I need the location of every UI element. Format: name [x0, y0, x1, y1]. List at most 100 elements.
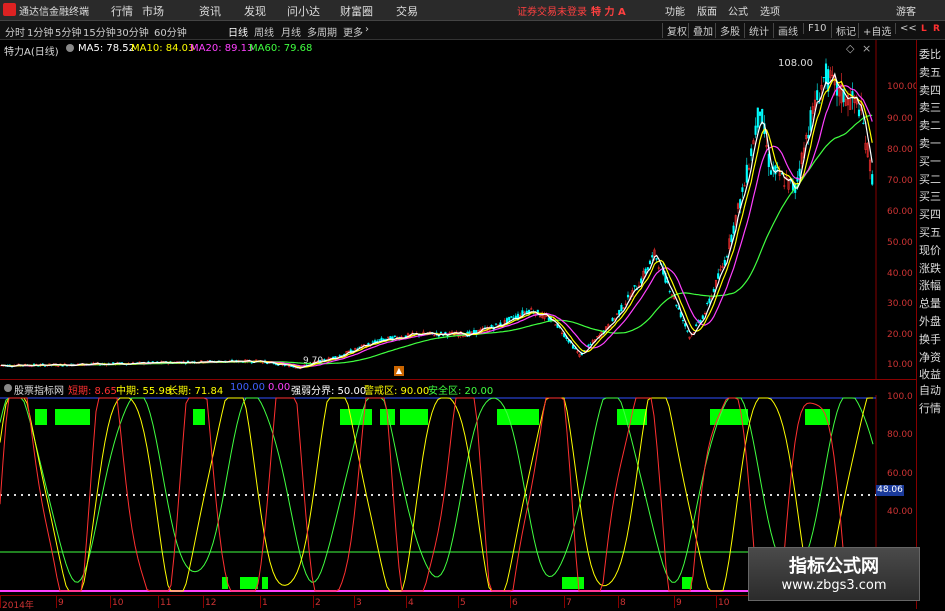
menu-quotes[interactable]: 行情 — [111, 3, 133, 19]
ma20-line — [1, 85, 873, 367]
low-price-label: 9.70 — [303, 356, 324, 366]
menu-options[interactable]: 选项 — [760, 3, 780, 18]
candle-body — [809, 110, 812, 131]
right-col-item[interactable]: 委比 — [919, 48, 941, 61]
candle-body — [567, 340, 570, 343]
right-col-item[interactable]: 涨跌 — [919, 262, 941, 275]
main-y-tick: 60.00 — [887, 207, 913, 217]
right-col-item[interactable]: 行情 — [919, 402, 941, 415]
candle-body — [640, 278, 643, 284]
candle-body — [818, 102, 821, 104]
candle-body — [620, 304, 623, 312]
period-intraday[interactable]: 分时 — [5, 24, 25, 39]
right-col-item[interactable]: 卖五 — [919, 66, 941, 79]
candle-body — [393, 335, 396, 338]
tool-adjust[interactable]: 复权 — [662, 23, 687, 38]
right-col-item[interactable]: 外盘 — [919, 315, 941, 328]
candle-body — [816, 90, 819, 101]
menu-function[interactable]: 功能 — [665, 3, 685, 18]
top-menu-bar: 通达信金融终端 行情 市场 资讯 发现 问小达 财富圈 交易 证券交易未登录 特… — [0, 0, 945, 21]
period-multi[interactable]: 多周期 — [307, 24, 337, 39]
right-col-item[interactable]: 买四 — [919, 208, 941, 221]
candle-body — [758, 111, 762, 116]
candle-body — [769, 170, 773, 175]
period-15min[interactable]: 15分钟 — [83, 24, 116, 39]
period-more-chevron-icon[interactable]: › — [365, 24, 369, 35]
candle-body — [732, 225, 735, 234]
tool-add-watchlist[interactable]: +自选 — [858, 23, 891, 38]
menu-market[interactable]: 市场 — [142, 3, 164, 19]
signal-bar-top — [617, 409, 647, 425]
right-col-item[interactable]: 卖一 — [919, 137, 941, 150]
menu-wealth[interactable]: 财富圈 — [340, 3, 373, 19]
tool-multi-stock[interactable]: 多股 — [715, 23, 740, 38]
candle-body — [730, 234, 733, 243]
candle-body — [378, 339, 381, 341]
candle-body — [651, 255, 654, 258]
kline-chart[interactable] — [0, 40, 916, 379]
right-col-item[interactable]: 现价 — [919, 244, 941, 257]
signal-bar-top — [400, 409, 428, 425]
main-y-tick: 70.00 — [887, 176, 913, 186]
tool-statistics[interactable]: 统计 — [744, 23, 769, 38]
menu-ask[interactable]: 问小达 — [287, 3, 320, 19]
right-col-item[interactable]: 卖三 — [919, 101, 941, 114]
period-5min[interactable]: 5分钟 — [55, 24, 81, 39]
candle-body — [708, 298, 711, 303]
period-monthly[interactable]: 月线 — [281, 24, 301, 39]
menu-news[interactable]: 资讯 — [199, 3, 221, 19]
period-weekly[interactable]: 周线 — [254, 24, 274, 39]
menu-formula[interactable]: 公式 — [728, 3, 748, 18]
long-term-line — [0, 397, 874, 583]
candle-body — [648, 260, 652, 265]
main-y-tick: 30.00 — [887, 299, 913, 309]
candle-body — [706, 302, 709, 305]
tool-overlay[interactable]: 叠加 — [688, 23, 713, 38]
trade-login-warning[interactable]: 证券交易未登录 — [517, 3, 587, 18]
tool-collapse[interactable]: << — [895, 23, 917, 34]
level-r-label[interactable]: R — [933, 24, 940, 34]
candle-body — [712, 289, 715, 292]
event-marker-icon[interactable]: ▲ — [394, 366, 404, 376]
signal-bar-top — [497, 409, 539, 425]
tool-f10[interactable]: F10 — [803, 23, 826, 34]
candle-body — [824, 63, 828, 85]
app-logo-icon — [3, 3, 16, 16]
right-col-item[interactable]: 收益 — [919, 368, 941, 381]
period-30min[interactable]: 30分钟 — [116, 24, 149, 39]
right-col-item[interactable]: 买二 — [919, 173, 941, 186]
tool-draw-line[interactable]: 画线 — [773, 23, 798, 38]
menu-discover[interactable]: 发现 — [244, 3, 266, 19]
right-col-item[interactable]: 买三 — [919, 190, 941, 203]
period-60min[interactable]: 60分钟 — [154, 24, 187, 39]
main-y-tick: 40.00 — [887, 269, 913, 279]
right-col-item[interactable]: 卖二 — [919, 119, 941, 132]
right-col-item[interactable]: 卖四 — [919, 84, 941, 97]
right-col-item[interactable]: 买一 — [919, 155, 941, 168]
right-col-item[interactable]: 换手 — [919, 333, 941, 346]
guest-label[interactable]: 游客 — [896, 3, 916, 18]
right-col-item[interactable]: 自动 — [919, 384, 941, 397]
menu-trade[interactable]: 交易 — [396, 3, 418, 19]
period-more[interactable]: 更多 — [343, 24, 363, 39]
candle-body — [695, 324, 698, 327]
right-col-item[interactable]: 涨幅 — [919, 279, 941, 292]
candle-body — [516, 313, 520, 319]
peak-price-label: 108.00 — [778, 58, 813, 69]
candle-body — [380, 337, 383, 341]
candle-body — [741, 187, 744, 192]
level-l-label[interactable]: L — [921, 24, 927, 34]
signal-bar-top — [193, 409, 205, 425]
menu-layout[interactable]: 版面 — [697, 3, 717, 18]
period-daily[interactable]: 日线 — [228, 24, 248, 39]
right-col-item[interactable]: 净资 — [919, 351, 941, 364]
right-col-item[interactable]: 买五 — [919, 226, 941, 239]
right-col-item[interactable]: 总量 — [919, 297, 941, 310]
candle-body — [675, 304, 678, 307]
main-y-tick: 100.00 — [887, 82, 919, 92]
watermark-banner: 指标公式网 www.zbgs3.com — [748, 547, 920, 601]
period-1min[interactable]: 1分钟 — [27, 24, 53, 39]
tool-mark[interactable]: 标记 — [831, 23, 856, 38]
candle-body — [756, 107, 759, 128]
indicator-settings-icon[interactable] — [4, 384, 12, 392]
